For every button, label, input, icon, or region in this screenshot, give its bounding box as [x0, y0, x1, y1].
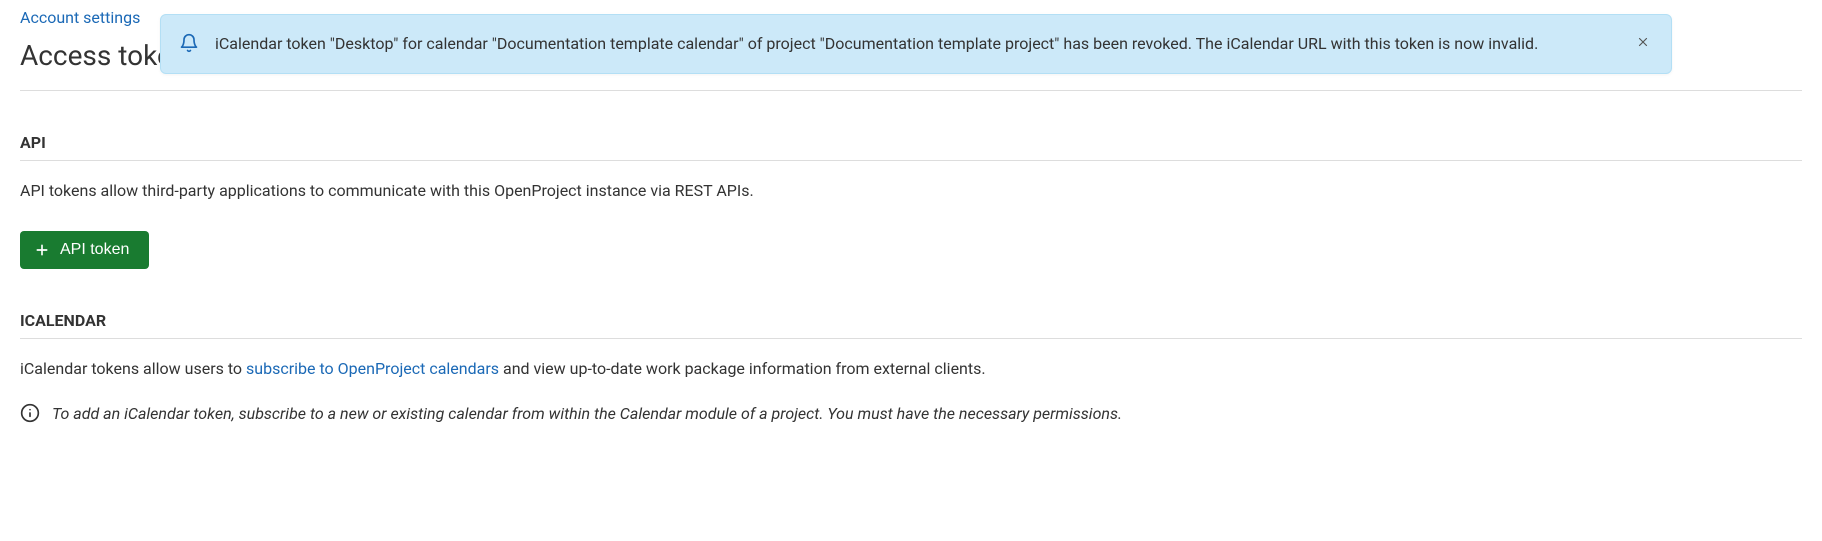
- api-section-heading: API: [20, 133, 1802, 161]
- icalendar-desc-suffix: and view up-to-date work package informa…: [499, 359, 986, 378]
- add-api-token-button[interactable]: API token: [20, 231, 149, 269]
- plus-icon: [34, 242, 50, 258]
- api-section-description: API tokens allow third-party application…: [20, 179, 1802, 203]
- subscribe-calendars-link[interactable]: subscribe to OpenProject calendars: [246, 359, 499, 378]
- close-button[interactable]: [1631, 31, 1655, 55]
- icalendar-section-description: iCalendar tokens allow users to subscrib…: [20, 357, 1802, 381]
- bell-icon: [179, 33, 199, 53]
- notification-banner: iCalendar token "Desktop" for calendar "…: [160, 14, 1672, 74]
- icalendar-desc-prefix: iCalendar tokens allow users to: [20, 359, 246, 378]
- icalendar-section-heading: ICALENDAR: [20, 311, 1802, 339]
- close-icon: [1636, 33, 1650, 54]
- breadcrumb-link-account-settings[interactable]: Account settings: [20, 8, 140, 27]
- icalendar-section: ICALENDAR iCalendar tokens allow users t…: [20, 311, 1802, 423]
- info-icon: [20, 403, 40, 423]
- icalendar-hint-text: To add an iCalendar token, subscribe to …: [52, 404, 1122, 423]
- icalendar-hint: To add an iCalendar token, subscribe to …: [20, 403, 1802, 423]
- api-section: API API tokens allow third-party applica…: [20, 133, 1802, 269]
- notification-text: iCalendar token "Desktop" for calendar "…: [215, 31, 1538, 57]
- add-api-token-label: API token: [60, 241, 129, 259]
